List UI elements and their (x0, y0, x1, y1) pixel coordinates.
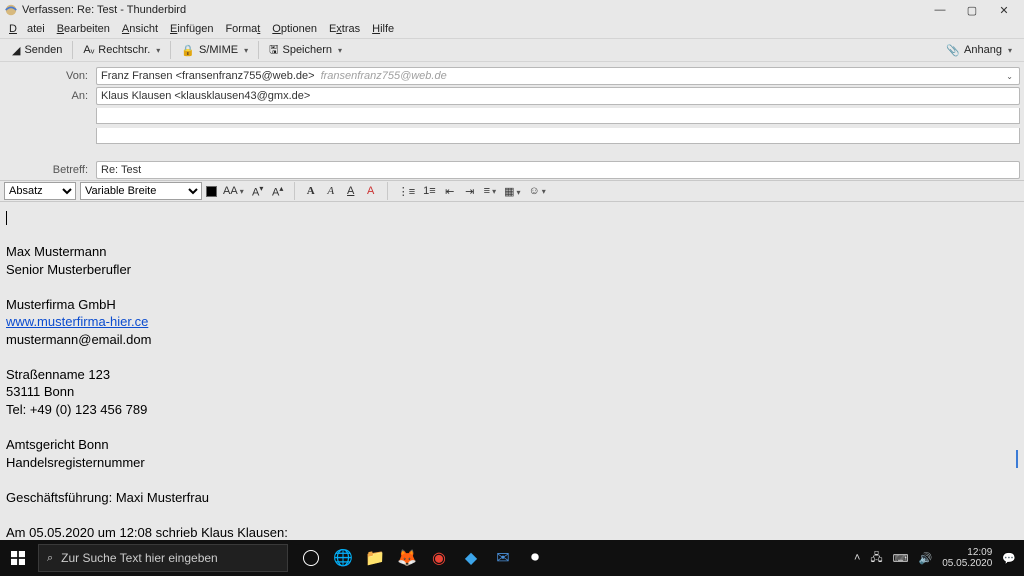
paperclip-icon: 📎 (946, 44, 960, 57)
smime-button[interactable]: 🔒S/MIME▾ (175, 43, 254, 58)
message-body-editor[interactable]: Max Mustermann Senior Musterberufler Mus… (0, 202, 1024, 540)
subject-field[interactable]: Re: Test (96, 161, 1020, 179)
menu-file[interactable]: Datei (4, 23, 50, 35)
tray-network-icon[interactable]: 🖧 (870, 549, 882, 568)
menu-options[interactable]: Optionen (267, 23, 322, 35)
send-button[interactable]: ◢Senden (6, 43, 68, 58)
tray-chevron-up-icon[interactable]: ˄ (854, 552, 860, 564)
attach-button[interactable]: 📎Anhang▾ (940, 43, 1018, 58)
send-icon: ◢ (12, 44, 20, 57)
subject-label: Betreff: (4, 164, 96, 176)
taskbar-app-thunderbird[interactable]: ✉ (488, 540, 518, 576)
chevron-down-icon: ▾ (244, 46, 248, 55)
minimize-button[interactable]: — (924, 1, 956, 19)
spellcheck-button[interactable]: AᵥRechtschr.▾ (77, 43, 166, 57)
window-title: Verfassen: Re: Test - Thunderbird (22, 4, 924, 16)
menubar: Datei Bearbeiten Ansicht Einfügen Format… (0, 20, 1024, 38)
windows-taskbar: ⌕ Zur Suche Text hier eingeben 🌐 📁 🦊 ◉ ◆… (0, 540, 1024, 576)
menu-insert[interactable]: Einfügen (165, 23, 218, 35)
main-toolbar: ◢Senden AᵥRechtschr.▾ 🔒S/MIME▾ 🖫Speicher… (0, 38, 1024, 62)
search-icon: ⌕ (47, 552, 53, 565)
indent-button[interactable]: ⇥ (462, 185, 478, 198)
maximize-button[interactable]: ▢ (956, 1, 988, 19)
start-button[interactable] (0, 540, 36, 576)
from-identity-hint: fransenfranz755@web.de (321, 70, 447, 82)
search-placeholder: Zur Suche Text hier eingeben (61, 551, 218, 565)
font-size-down-button[interactable]: A▾ (250, 184, 266, 199)
titlebar: Verfassen: Re: Test - Thunderbird — ▢ ✕ (0, 0, 1024, 20)
menu-extras[interactable]: Extras (324, 23, 365, 35)
tray-volume-icon[interactable]: 🔊 (919, 552, 933, 565)
app-icon (4, 3, 18, 17)
taskbar-app-firefox[interactable]: 🦊 (392, 540, 422, 576)
taskbar-app-obs[interactable]: ⏺ (520, 540, 550, 576)
chevron-down-icon: ▾ (338, 46, 342, 55)
menu-edit[interactable]: Bearbeiten (52, 23, 115, 35)
message-headers: Von: Franz Fransen <fransenfranz755@web.… (0, 62, 1024, 180)
to-label: An: (4, 90, 96, 102)
chevron-down-icon: ▾ (156, 46, 160, 55)
outdent-button[interactable]: ⇤ (442, 185, 458, 198)
numbered-list-button[interactable]: 1≡ (421, 185, 438, 197)
signature-block: Max Mustermann Senior Musterberufler Mus… (6, 243, 1018, 506)
quote-intro: Am 05.05.2020 um 12:08 schrieb Klaus Kla… (6, 524, 1018, 540)
lock-icon: 🔒 (181, 44, 195, 57)
taskbar-apps: 🌐 📁 🦊 ◉ ◆ ✉ ⏺ (296, 540, 550, 576)
spellcheck-icon: Aᵥ (83, 44, 94, 56)
notifications-icon[interactable]: 💬 (1002, 552, 1016, 565)
taskbar-app-vscode[interactable]: ◆ (456, 540, 486, 576)
format-toolbar: Absatz Variable Breite AA▾ A▾ A▴ A A A A… (0, 180, 1024, 202)
insert-image-button[interactable]: ▦▾ (502, 185, 522, 198)
taskbar-app-chrome[interactable]: ◉ (424, 540, 454, 576)
underline-button[interactable]: A (343, 185, 359, 197)
menu-format[interactable]: Format (220, 23, 265, 35)
align-button[interactable]: ≡▾ (482, 185, 498, 197)
save-button[interactable]: 🖫Speichern▾ (263, 40, 348, 61)
system-tray: ˄ 🖧 ⌨ 🔊 12:09 05.05.2020 💬 (846, 547, 1024, 569)
paragraph-style-select[interactable]: Absatz (4, 182, 76, 200)
from-label: Von: (4, 70, 96, 82)
tray-input-icon[interactable]: ⌨ (893, 552, 909, 565)
taskbar-app-explorer[interactable]: 📁 (360, 540, 390, 576)
signature-website-link[interactable]: www.musterfirma-hier.ce (6, 314, 148, 329)
save-icon: 🖫 (269, 41, 278, 60)
emoji-button[interactable]: ☺▾ (527, 185, 548, 197)
text-caret (6, 211, 7, 225)
menu-help[interactable]: Hilfe (367, 23, 399, 35)
selection-mark (1016, 450, 1018, 468)
taskbar-search[interactable]: ⌕ Zur Suche Text hier eingeben (38, 544, 288, 572)
close-button[interactable]: ✕ (988, 1, 1020, 19)
from-field[interactable]: Franz Fransen <fransenfranz755@web.de> f… (96, 67, 1020, 85)
taskbar-clock[interactable]: 12:09 05.05.2020 (942, 547, 992, 569)
font-size-dropdown[interactable]: AA▾ (221, 185, 246, 197)
taskbar-app-edge[interactable]: 🌐 (328, 540, 358, 576)
menu-view[interactable]: Ansicht (117, 23, 163, 35)
bold-button[interactable]: A (303, 185, 319, 197)
extra-recipient-field[interactable] (96, 108, 1020, 124)
italic-button[interactable]: A (323, 185, 339, 197)
extra-recipient-field[interactable] (96, 128, 1020, 144)
font-family-select[interactable]: Variable Breite (80, 182, 202, 200)
clear-format-button[interactable]: A (363, 185, 379, 197)
text-color-swatch[interactable] (206, 186, 217, 197)
task-view-button[interactable] (296, 540, 326, 576)
chevron-down-icon[interactable]: ⌄ (1004, 72, 1015, 81)
font-size-up-button[interactable]: A▴ (270, 184, 286, 199)
to-field[interactable]: Klaus Klausen <klausklausen43@gmx.de> (96, 87, 1020, 105)
bullet-list-button[interactable]: ⋮≡ (396, 185, 417, 198)
chevron-down-icon: ▾ (1008, 46, 1012, 55)
